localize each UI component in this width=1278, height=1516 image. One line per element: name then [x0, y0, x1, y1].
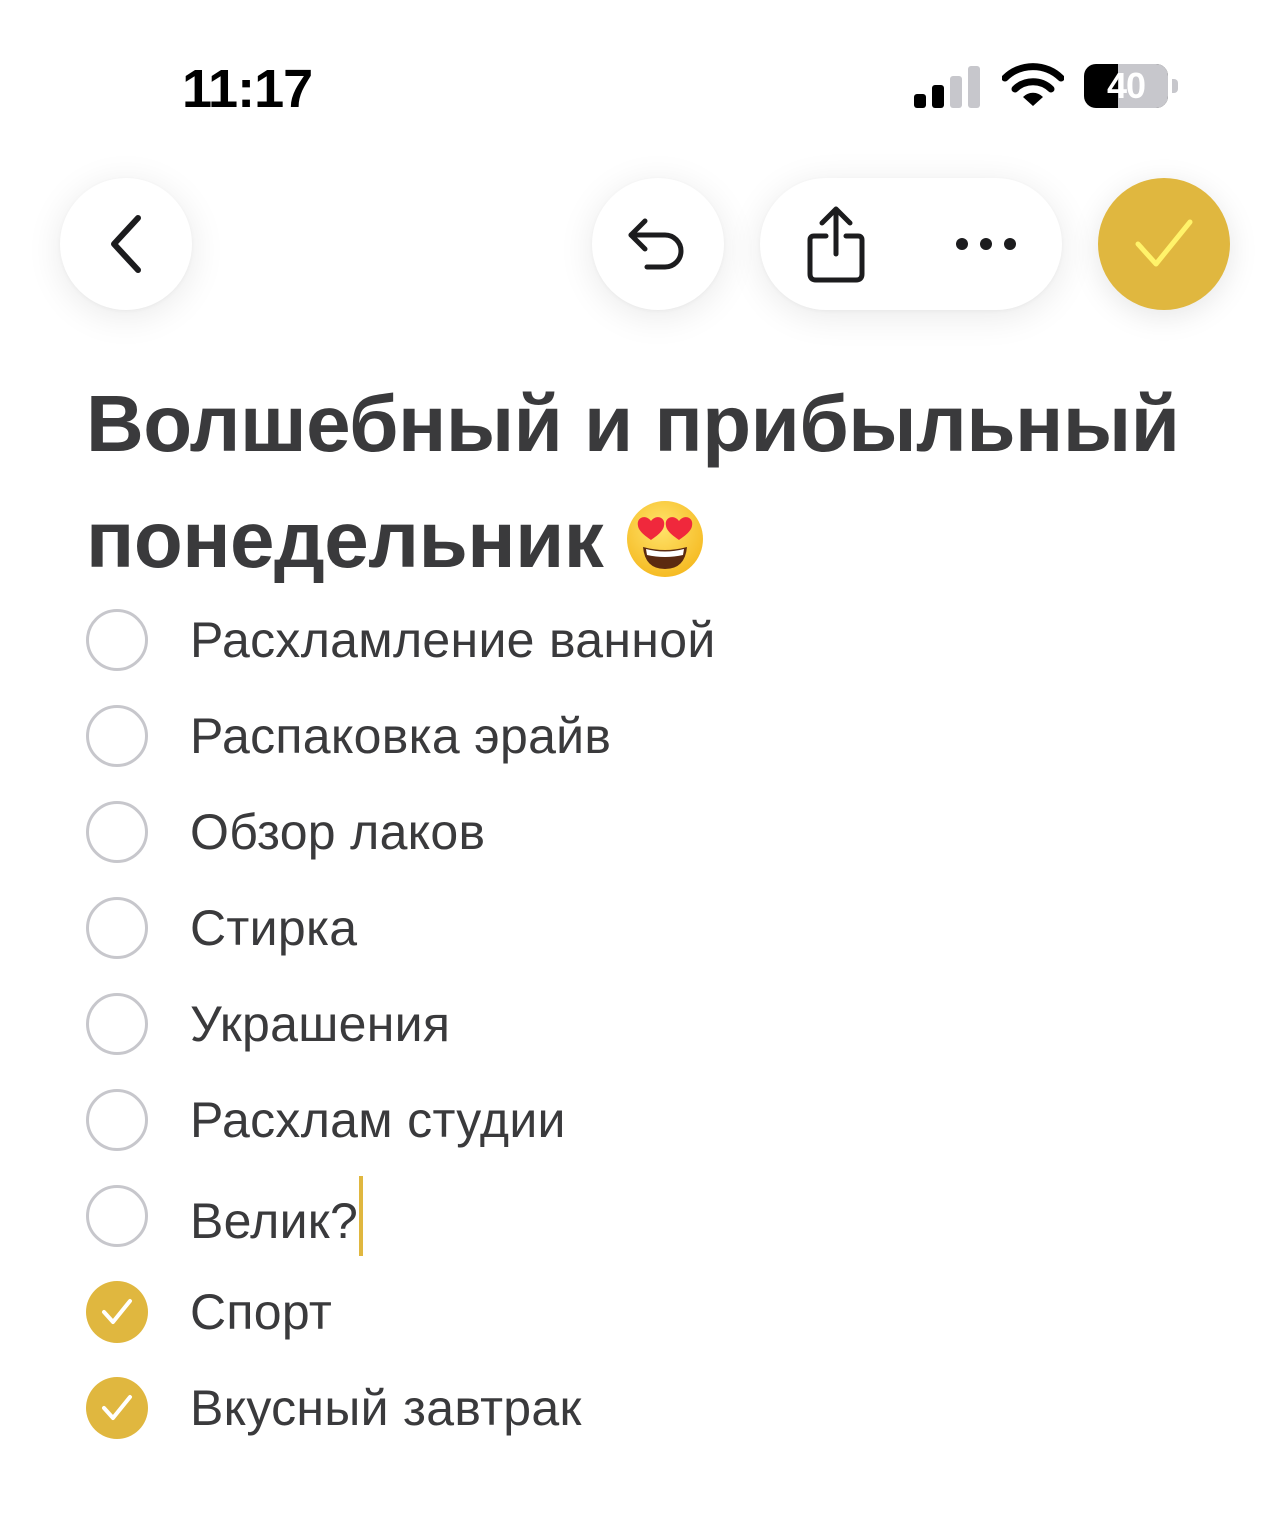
checklist-item-text[interactable]: Велик? — [190, 1176, 364, 1256]
heart-eyes-emoji-icon — [627, 501, 704, 577]
checklist-item: Расхлам студии — [86, 1072, 1246, 1168]
checkbox-checked[interactable] — [86, 1281, 148, 1343]
checklist-item-text[interactable]: Расхлам студии — [190, 1091, 566, 1149]
checklist-item: Стирка — [86, 880, 1246, 976]
share-button[interactable] — [796, 194, 876, 294]
chevron-left-icon — [111, 215, 141, 273]
wifi-icon — [1002, 63, 1064, 106]
checkbox-checked[interactable] — [86, 1377, 148, 1439]
checklist-item-text[interactable]: Вкусный завтрак — [190, 1379, 582, 1437]
share-icon — [807, 206, 865, 283]
checklist-item-text[interactable]: Расхламление ванной — [190, 611, 716, 669]
checklist-item: Спорт — [86, 1264, 1246, 1360]
note-title[interactable]: Волшебный и прибыльный понедельник — [86, 366, 1246, 598]
checklist-item-text[interactable]: Распаковка эрайв — [190, 707, 611, 765]
checklist-item: Украшения — [86, 976, 1246, 1072]
checklist-item-text[interactable]: Украшения — [190, 995, 450, 1053]
battery-tip — [1172, 79, 1178, 93]
checklist-item: Расхламление ванной — [86, 592, 1246, 688]
checklist-item: Вкусный завтрак — [86, 1360, 1246, 1456]
undo-icon — [628, 218, 684, 270]
checklist-item: Обзор лаков — [86, 784, 1246, 880]
cellular-signal-icon — [914, 66, 980, 108]
checkmark-icon — [102, 1299, 132, 1324]
checkbox-unchecked[interactable] — [86, 801, 148, 863]
status-time: 11:17 — [182, 59, 313, 119]
more-button[interactable] — [946, 194, 1026, 294]
checklist-item: Велик? — [86, 1168, 1246, 1264]
status-bar: 11:17 40 — [0, 0, 1278, 150]
ellipsis-icon — [956, 238, 1016, 250]
checkbox-unchecked[interactable] — [86, 609, 148, 671]
text-cursor — [359, 1176, 364, 1256]
checkmark-icon — [1135, 219, 1193, 267]
checkbox-unchecked[interactable] — [86, 1089, 148, 1151]
done-button[interactable] — [1098, 178, 1230, 310]
checkmark-icon — [102, 1395, 132, 1420]
back-button[interactable] — [60, 178, 192, 310]
checklist-item: Распаковка эрайв — [86, 688, 1246, 784]
checklist-item-value: Велик? — [190, 1193, 359, 1249]
checklist: Расхламление ванной Распаковка эрайв Обз… — [86, 592, 1246, 1456]
checkbox-unchecked[interactable] — [86, 993, 148, 1055]
checkbox-unchecked[interactable] — [86, 897, 148, 959]
checklist-item-text[interactable]: Спорт — [190, 1283, 332, 1341]
action-button-group — [760, 178, 1062, 310]
checkbox-unchecked[interactable] — [86, 1185, 148, 1247]
undo-button[interactable] — [592, 178, 724, 310]
battery-level: 40 — [1106, 65, 1146, 106]
battery-body: 40 — [1084, 64, 1168, 108]
checklist-item-text[interactable]: Обзор лаков — [190, 803, 485, 861]
battery-indicator: 40 — [1084, 64, 1180, 110]
checklist-item-text[interactable]: Стирка — [190, 899, 357, 957]
checkbox-unchecked[interactable] — [86, 705, 148, 767]
